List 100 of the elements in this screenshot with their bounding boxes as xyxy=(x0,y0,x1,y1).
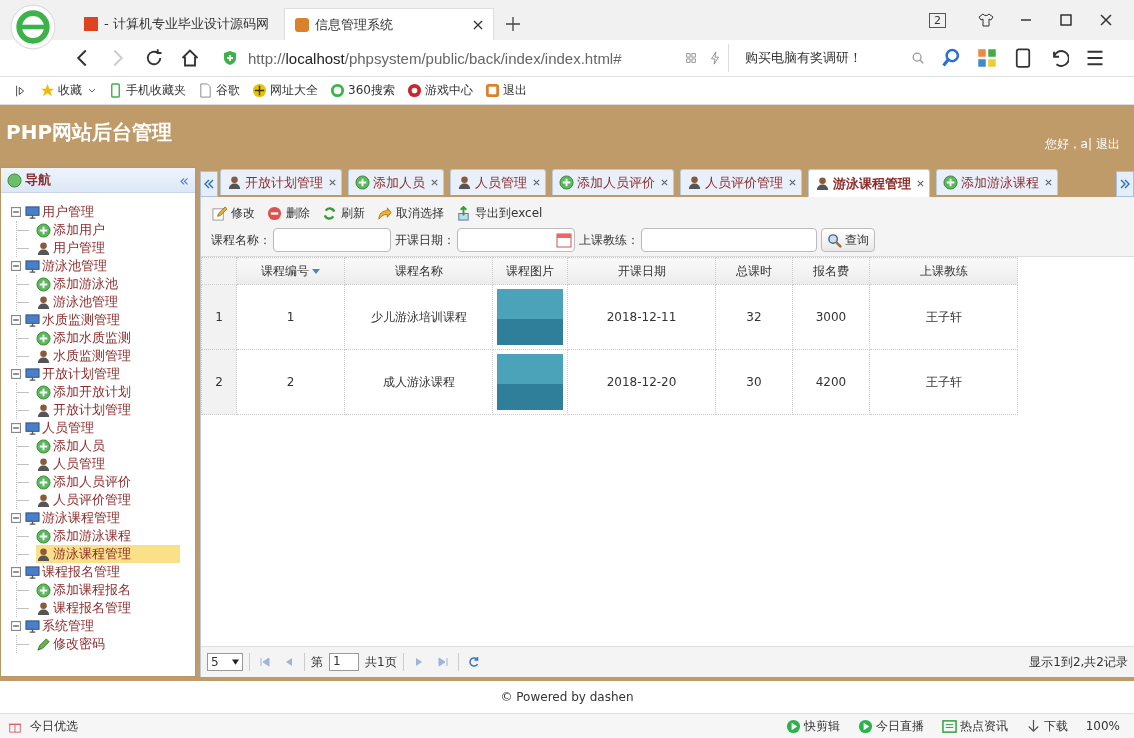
grid-icon[interactable] xyxy=(684,51,698,65)
tree-item[interactable]: 添加游泳池 xyxy=(36,275,122,293)
browser-tab[interactable]: - 计算机专业毕业设计源码网 xyxy=(74,8,284,40)
person-icon xyxy=(36,240,51,256)
collapse-toggle-icon[interactable] xyxy=(11,315,21,325)
bookmark-link[interactable]: 收藏 xyxy=(40,82,96,99)
column-header[interactable]: 上课教练 xyxy=(869,257,1018,285)
tab[interactable]: 人员管理 xyxy=(450,169,546,195)
bookmark-link[interactable]: 360搜索 xyxy=(330,82,395,99)
scroll-right-icon[interactable] xyxy=(1116,171,1134,197)
calendar-icon[interactable] xyxy=(556,232,572,248)
shirt-icon[interactable] xyxy=(978,12,994,28)
tree-group[interactable]: 人员管理 xyxy=(42,419,94,437)
bookmark-link[interactable]: 网址大全 xyxy=(252,82,318,99)
plus-circle-icon xyxy=(36,330,51,346)
status-link[interactable]: 今日优选 xyxy=(30,717,78,735)
home-icon[interactable] xyxy=(180,48,200,68)
tab[interactable]: 开放计划管理 xyxy=(220,169,342,195)
collapse-toggle-icon[interactable] xyxy=(11,621,21,631)
apps-icon[interactable] xyxy=(977,48,997,68)
bookmark-link[interactable]: 手机收藏夹 xyxy=(108,82,186,99)
tree-group[interactable]: 游泳池管理 xyxy=(42,257,107,275)
lightning-icon[interactable] xyxy=(708,51,722,65)
page-number-field[interactable]: 1 xyxy=(329,653,359,671)
tree-item[interactable]: 修改密码 xyxy=(36,635,109,653)
tree-item[interactable]: 用户管理 xyxy=(36,239,109,257)
tree-item[interactable]: 添加开放计划 xyxy=(36,383,135,401)
tree-item[interactable]: 课程报名管理 xyxy=(36,599,135,617)
tree-item[interactable]: 开放计划管理 xyxy=(36,401,135,419)
close-icon[interactable] xyxy=(916,179,925,188)
tree-group[interactable]: 系统管理 xyxy=(42,617,94,635)
search-icon[interactable] xyxy=(941,48,961,68)
tree-group[interactable]: 用户管理 xyxy=(42,203,94,221)
toolbar-button[interactable]: 刷新 xyxy=(319,203,368,224)
tab[interactable]: 游泳课程管理 xyxy=(808,169,930,197)
column-header[interactable]: 总课时 xyxy=(715,257,793,285)
browser-logo-icon[interactable] xyxy=(10,4,56,50)
tab[interactable]: 添加游泳课程 xyxy=(936,169,1058,195)
tree-item[interactable]: 水质监测管理 xyxy=(36,347,135,365)
reload-icon[interactable] xyxy=(144,48,164,68)
toolbar-button[interactable]: 导出到excel xyxy=(453,203,546,224)
close-icon[interactable] xyxy=(1098,12,1114,28)
refresh-icon xyxy=(322,206,337,221)
tree-group[interactable]: 课程报名管理 xyxy=(42,563,120,581)
bookmark-link[interactable]: 退出 xyxy=(484,82,527,99)
tree-item[interactable]: 人员评价管理 xyxy=(36,491,135,509)
status-link[interactable]: 今日直播 xyxy=(857,717,924,735)
date-field[interactable] xyxy=(457,228,575,252)
maximize-icon[interactable] xyxy=(1058,12,1074,28)
tree-item[interactable]: 添加游泳课程 xyxy=(36,527,135,545)
tree-item[interactable]: 添加用户 xyxy=(36,221,109,239)
news-icon xyxy=(941,718,957,734)
tree-item[interactable]: 游泳课程管理 xyxy=(36,545,180,563)
column-header[interactable]: 报名费 xyxy=(792,257,870,285)
tree-item[interactable]: 添加课程报名 xyxy=(36,581,135,599)
tree-item[interactable]: 游泳池管理 xyxy=(36,293,122,311)
status-link[interactable]: 热点资讯 xyxy=(941,717,1008,735)
bookmark-link[interactable]: 谷歌 xyxy=(198,82,240,99)
collapse-toggle-icon[interactable] xyxy=(11,567,21,577)
tablet-icon[interactable] xyxy=(1013,48,1033,68)
tab-count[interactable]: 2 xyxy=(929,12,946,28)
tree-item[interactable]: 添加人员 xyxy=(36,437,109,455)
collapse-toggle-icon[interactable] xyxy=(11,207,21,217)
toolbar-button[interactable]: 删除 xyxy=(264,203,313,224)
tab[interactable]: 添加人员 xyxy=(348,169,444,195)
status-link[interactable]: 快剪辑 xyxy=(785,717,840,735)
close-icon[interactable] xyxy=(473,19,483,30)
scroll-left-icon[interactable] xyxy=(200,171,218,197)
tab[interactable]: 人员评价管理 xyxy=(680,169,802,195)
tree-item[interactable]: 人员管理 xyxy=(36,455,109,473)
tree-group[interactable]: 游泳课程管理 xyxy=(42,509,120,527)
tree-group[interactable]: 水质监测管理 xyxy=(42,311,120,329)
collapse-toggle-icon[interactable] xyxy=(11,513,21,523)
search-button[interactable]: 查询 xyxy=(821,228,875,252)
column-header[interactable]: 课程图片 xyxy=(492,257,568,285)
refresh-icon[interactable] xyxy=(467,656,480,668)
collapse-toggle-icon[interactable] xyxy=(11,423,21,433)
input-field[interactable] xyxy=(273,228,391,252)
tree-item[interactable]: 添加水质监测 xyxy=(36,329,135,347)
toolbar-button[interactable]: 取消选择 xyxy=(374,203,447,224)
search-field[interactable]: 购买电脑有奖调研！ xyxy=(745,44,925,72)
input-field[interactable] xyxy=(641,228,817,252)
status-link[interactable]: 下载 xyxy=(1025,717,1068,735)
collapse-toggle-icon[interactable] xyxy=(11,369,21,379)
column-header[interactable]: 课程编号 xyxy=(236,257,345,285)
tab[interactable]: 添加人员评价 xyxy=(552,169,674,195)
bookmark-link[interactable]: 游戏中心 xyxy=(406,82,473,99)
toolbar-button[interactable]: 修改 xyxy=(209,203,258,224)
column-header[interactable]: 开课日期 xyxy=(567,257,716,285)
menu-icon[interactable] xyxy=(1085,48,1105,68)
address-bar[interactable]: http://localhost/phpsystem/public/back/index/index.html# xyxy=(216,44,729,72)
browser-tab[interactable]: 信息管理系统 xyxy=(284,8,494,40)
page-size-select[interactable]: 5 xyxy=(207,653,243,671)
search-icon[interactable] xyxy=(911,51,925,65)
tree-group[interactable]: 开放计划管理 xyxy=(42,365,120,383)
tree-item[interactable]: 添加人员评价 xyxy=(36,473,135,491)
new-tab-icon[interactable] xyxy=(506,17,520,31)
column-header[interactable]: 课程名称 xyxy=(344,257,493,285)
zoom-level[interactable]: 100% xyxy=(1085,719,1120,733)
collapse-toggle-icon[interactable] xyxy=(11,261,21,271)
